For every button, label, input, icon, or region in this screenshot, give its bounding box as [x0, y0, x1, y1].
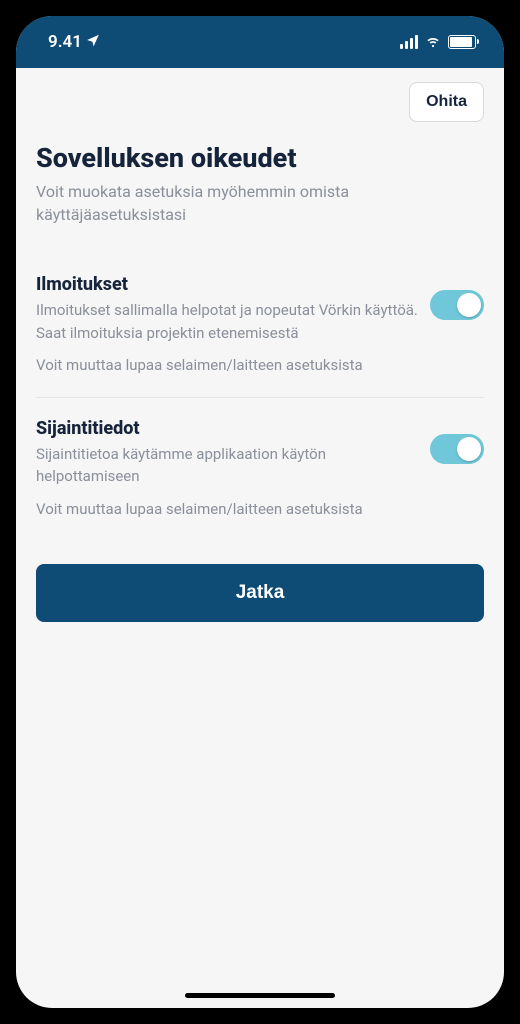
battery-icon [448, 35, 476, 49]
section-note: Voit muuttaa lupaa selaimen/laitteen ase… [36, 354, 484, 377]
location-toggle[interactable] [430, 434, 484, 464]
location-arrow-icon [86, 32, 100, 52]
section-title: Sijaintitiedot [36, 418, 418, 439]
screen: 9.41 Ohita Sovelluksen [16, 16, 504, 1008]
section-notifications: Ilmoitukset Ilmoitukset sallimalla helpo… [36, 274, 484, 398]
phone-frame: 9.41 Ohita Sovelluksen [0, 0, 520, 1024]
skip-button[interactable]: Ohita [409, 82, 484, 122]
section-description: Sijaintitietoa käytämme applikaation käy… [36, 443, 418, 488]
home-indicator[interactable] [185, 993, 335, 998]
content-area: Ohita Sovelluksen oikeudet Voit muokata … [16, 68, 504, 1008]
status-bar: 9.41 [16, 16, 504, 68]
continue-button[interactable]: Jatka [36, 564, 484, 622]
section-title: Ilmoitukset [36, 274, 418, 295]
section-note: Voit muuttaa lupaa selaimen/laitteen ase… [36, 498, 484, 521]
section-description: Ilmoitukset sallimalla helpotat ja nopeu… [36, 299, 418, 344]
notifications-toggle[interactable] [430, 290, 484, 320]
wifi-icon [424, 31, 442, 53]
signal-icon [400, 35, 418, 49]
page-title: Sovelluksen oikeudet [36, 142, 484, 174]
clock-label: 9.41 [48, 32, 82, 52]
section-location: Sijaintitiedot Sijaintitietoa käytämme a… [36, 418, 484, 541]
status-time: 9.41 [48, 32, 100, 52]
top-actions: Ohita [36, 82, 484, 122]
status-icons [400, 31, 476, 53]
page-subtitle: Voit muokata asetuksia myöhemmin omista … [36, 180, 484, 226]
